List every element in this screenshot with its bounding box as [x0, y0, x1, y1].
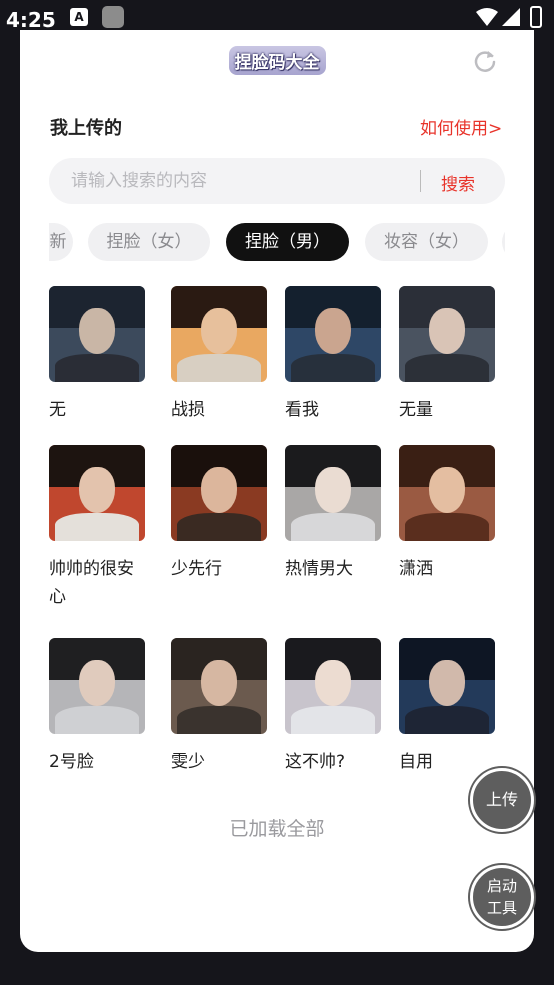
tab-makeup-female[interactable]: 妆容（女） [365, 223, 488, 261]
face-thumbnail[interactable] [171, 445, 267, 541]
face-thumbnail[interactable] [49, 286, 145, 382]
thumbnail-face [429, 308, 465, 354]
how-to-use-link[interactable]: 如何使用> [420, 114, 502, 139]
thumbnail-robe [177, 513, 261, 541]
loaded-all-text: 已加载全部 [229, 818, 325, 840]
thumbnail-robe [405, 354, 489, 382]
thumbnail-face [201, 660, 237, 706]
face-card[interactable]: 雯少 [171, 638, 271, 776]
wifi-icon [476, 8, 498, 26]
search-divider [420, 170, 421, 192]
tab-face-male[interactable]: 捏脸（男） [226, 223, 349, 261]
face-card-name: 雯少 [171, 752, 205, 772]
thumbnail-robe [291, 513, 375, 541]
face-thumbnail[interactable] [49, 445, 145, 541]
thumbnail-robe [177, 354, 261, 382]
face-thumbnail[interactable] [399, 286, 495, 382]
my-uploads-heading: 我上传的 [50, 118, 122, 139]
face-card-name: 这不帅? [285, 752, 346, 772]
search-button[interactable]: 搜索 [441, 170, 475, 195]
thumbnail-robe [291, 706, 375, 734]
battery-icon [530, 6, 542, 28]
face-card[interactable]: 这不帅? [285, 638, 385, 776]
launch-tool-fab-button[interactable]: 启动工具 [470, 865, 534, 929]
category-tabs: 新 捏脸（女） 捏脸（男） 妆容（女） [49, 223, 505, 265]
face-card[interactable]: 无量 [399, 286, 499, 424]
face-thumbnail[interactable] [285, 286, 381, 382]
tab-new[interactable]: 新 [49, 223, 73, 261]
face-card-name: 帅帅的很安心 [49, 559, 134, 607]
face-card-name: 战损 [171, 400, 205, 420]
thumbnail-robe [405, 706, 489, 734]
thumbnail-face [79, 660, 115, 706]
thumbnail-face [79, 308, 115, 354]
face-card-name: 潇洒 [399, 559, 433, 579]
face-card[interactable]: 热情男大 [285, 445, 385, 583]
thumbnail-face [201, 308, 237, 354]
thumbnail-face [315, 467, 351, 513]
face-card-name: 无量 [399, 400, 433, 420]
search-bar: 搜索 [49, 158, 505, 204]
face-thumbnail[interactable] [49, 638, 145, 734]
thumbnail-robe [55, 706, 139, 734]
thumbnail-face [315, 308, 351, 354]
face-card[interactable]: 少先行 [171, 445, 271, 583]
thumbnail-robe [177, 706, 261, 734]
face-thumbnail[interactable] [285, 445, 381, 541]
thumbnail-robe [55, 354, 139, 382]
thumbnail-robe [291, 354, 375, 382]
face-thumbnail[interactable] [399, 445, 495, 541]
main-card: 捏脸码大全 我上传的 如何使用> 搜索 新 捏脸（女） 捏脸（男） 妆容（女） … [20, 30, 534, 952]
refresh-icon[interactable] [472, 48, 498, 74]
page-title: 捏脸码大全 [20, 46, 534, 75]
search-input[interactable] [71, 158, 401, 204]
face-thumbnail[interactable] [171, 286, 267, 382]
face-card-name: 热情男大 [285, 559, 353, 579]
thumbnail-face [315, 660, 351, 706]
face-card-name: 2号脸 [49, 752, 94, 772]
face-thumbnail[interactable] [171, 638, 267, 734]
thumbnail-face [79, 467, 115, 513]
thumbnail-face [429, 467, 465, 513]
face-card-name: 自用 [399, 752, 433, 772]
face-thumbnail[interactable] [285, 638, 381, 734]
face-card-name: 少先行 [171, 559, 222, 579]
face-card[interactable]: 无 [49, 286, 149, 424]
tab-face-female[interactable]: 捏脸（女） [88, 223, 210, 261]
upload-fab-button[interactable]: 上传 [470, 768, 534, 832]
face-card[interactable]: 自用 [399, 638, 499, 776]
status-time: 4:25 [6, 8, 56, 32]
face-card[interactable]: 看我 [285, 286, 385, 424]
face-card[interactable]: 潇洒 [399, 445, 499, 583]
face-card-name: 看我 [285, 400, 319, 420]
notification-a-icon: A [70, 8, 88, 26]
face-card-name: 无 [49, 400, 66, 420]
thumbnail-robe [405, 513, 489, 541]
thumbnail-face [429, 660, 465, 706]
signal-icon [502, 8, 520, 26]
face-card[interactable]: 帅帅的很安心 [49, 445, 149, 611]
tab-more[interactable] [502, 223, 505, 261]
phone-screen: 4:25 A 捏脸码大全 我上传的 如何使用> 搜索 新 捏脸（女） 捏脸（男）… [0, 0, 554, 985]
face-card[interactable]: 战损 [171, 286, 271, 424]
thumbnail-face [201, 467, 237, 513]
face-thumbnail[interactable] [399, 638, 495, 734]
face-card[interactable]: 2号脸 [49, 638, 149, 776]
notification-app-icon [102, 6, 124, 28]
thumbnail-robe [55, 513, 139, 541]
